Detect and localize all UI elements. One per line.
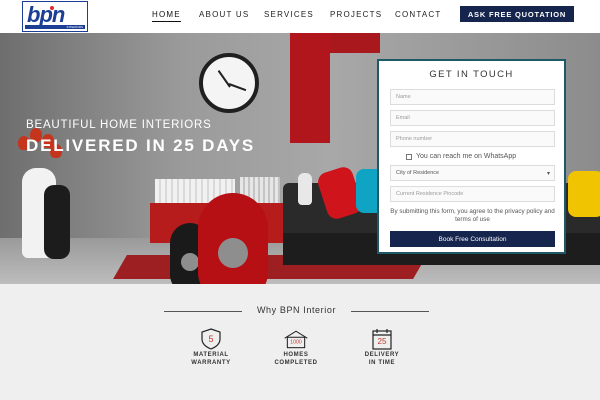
hero-decor	[298, 173, 312, 205]
feature-label-line2: WARRANTY	[191, 359, 231, 366]
hero-decor	[568, 171, 600, 217]
feature-badge: 5	[208, 334, 213, 344]
feature-material-warranty: 5 MATERIAL WARRANTY	[176, 328, 246, 367]
name-field[interactable]: Name	[390, 89, 555, 105]
whatsapp-checkbox[interactable]	[406, 153, 412, 160]
hero-decor	[290, 33, 330, 143]
logo-bar: INTERIORS	[25, 25, 85, 29]
ask-free-quotation-button[interactable]: ASK FREE QUOTATION	[460, 6, 574, 22]
whatsapp-label: You can reach me on WhatsApp	[416, 153, 517, 160]
feature-homes-completed: 1000 HOMES COMPLETED	[261, 328, 331, 367]
whatsapp-checkbox-row[interactable]: You can reach me on WhatsApp	[406, 153, 516, 160]
logo-dot	[50, 6, 54, 10]
bpn-logo[interactable]: bpn INTERIORS	[22, 1, 88, 32]
phone-field[interactable]: Phone number	[390, 131, 555, 147]
hero-decor	[218, 238, 248, 268]
hero-decor	[330, 33, 380, 53]
hero-decor	[44, 185, 70, 259]
why-section: Why BPN Interior 5 MATERIAL WARRANTY 100…	[0, 284, 600, 400]
book-free-consultation-button[interactable]: Book Free Consultation	[390, 231, 555, 247]
chevron-down-icon: ▾	[546, 170, 550, 177]
why-title: Why BPN Interior	[256, 305, 337, 315]
calendar-25-icon: 25	[372, 329, 392, 350]
feature-delivery-in-time: 25 DELIVERY IN TIME	[347, 328, 417, 367]
nav-contact[interactable]: CONTACT	[395, 10, 441, 19]
shield-5-icon: 5	[201, 328, 221, 350]
divider	[351, 311, 429, 312]
feature-badge: 25	[378, 337, 387, 346]
city-select[interactable]: City of Residence ▾	[390, 165, 555, 181]
hero-title: DELIVERED IN 25 DAYS	[26, 136, 256, 155]
form-title: GET IN TOUCH	[429, 69, 514, 80]
feature-label-line1: DELIVERY	[364, 352, 400, 358]
feature-label-line2: COMPLETED	[274, 359, 318, 366]
nav-about-us[interactable]: ABOUT US	[199, 10, 249, 19]
feature-label-line1: HOMES	[283, 352, 309, 358]
email-field[interactable]: Email	[390, 110, 555, 126]
hero-subtitle: BEAUTIFUL HOME INTERIORS	[26, 119, 212, 131]
hero-decor	[181, 253, 199, 271]
pincode-field[interactable]: Current Residence Pincode	[390, 186, 555, 202]
feature-badge: 1000	[290, 339, 302, 345]
house-1000-icon: 1000	[284, 330, 308, 349]
divider	[164, 311, 242, 312]
feature-label-line1: MATERIAL	[193, 352, 229, 358]
nav-services[interactable]: SERVICES	[264, 10, 314, 19]
header: bpn INTERIORS HOME ABOUT US SERVICES PRO…	[0, 0, 600, 33]
clock-icon	[199, 53, 259, 113]
nav-home[interactable]: HOME	[152, 10, 181, 22]
clock-hand	[228, 83, 247, 92]
feature-label-line2: IN TIME	[368, 359, 396, 366]
get-in-touch-form: GET IN TOUCH Name Email Phone number You…	[377, 59, 566, 254]
logo-tagline: INTERIORS	[66, 25, 83, 29]
city-select-value: City of Residence	[396, 170, 440, 176]
nav-projects[interactable]: PROJECTS	[330, 10, 382, 19]
consent-text: By submitting this form, you agree to th…	[390, 208, 555, 223]
